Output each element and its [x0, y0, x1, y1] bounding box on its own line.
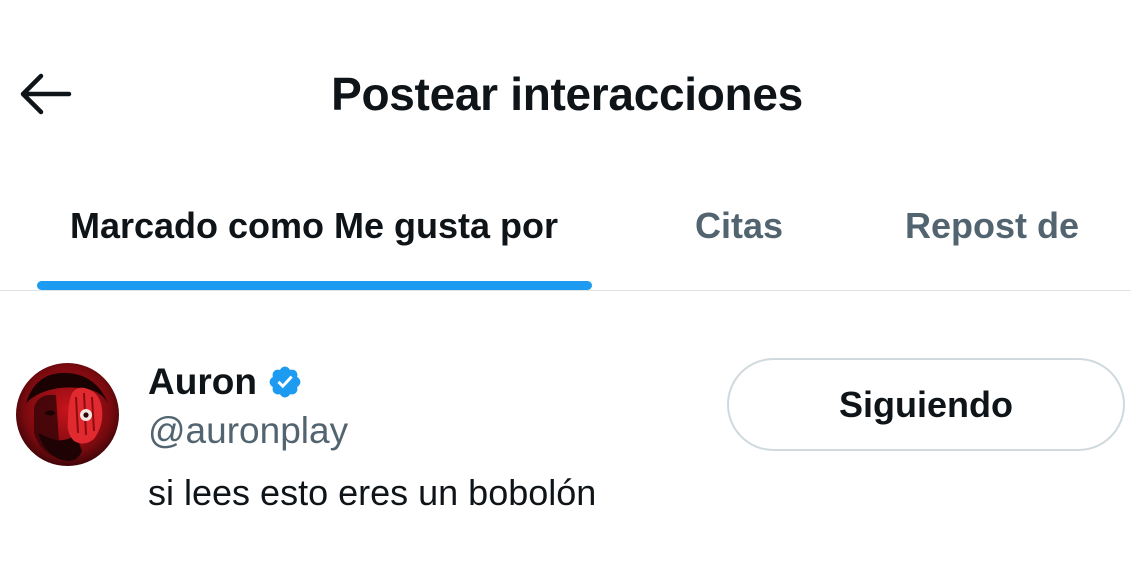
tab-liked-by[interactable]: Marcado como Me gusta por: [36, 185, 592, 290]
display-name-row: Auron: [148, 360, 303, 404]
avatar-image: [16, 363, 119, 466]
display-name[interactable]: Auron: [148, 361, 257, 403]
verified-badge-icon[interactable]: [267, 364, 303, 400]
tab-quotes[interactable]: Citas: [672, 185, 806, 290]
user-bio: si lees esto eres un bobolón: [148, 472, 597, 513]
header: Postear interacciones: [0, 0, 1131, 185]
tab-bar: Marcado como Me gusta por Citas Repost d…: [0, 185, 1131, 291]
avatar[interactable]: [16, 363, 119, 466]
page-title: Postear interacciones: [331, 68, 803, 120]
following-button[interactable]: Siguiendo: [727, 358, 1125, 451]
user-handle[interactable]: @auronplay: [148, 410, 348, 452]
tab-reposts[interactable]: Repost de: [880, 185, 1104, 290]
user-cell[interactable]: Auron @auronplay si lees esto eres un bo…: [0, 292, 1131, 588]
post-interactions-page: Postear interacciones Marcado como Me gu…: [0, 0, 1131, 588]
active-tab-indicator: [37, 281, 592, 290]
